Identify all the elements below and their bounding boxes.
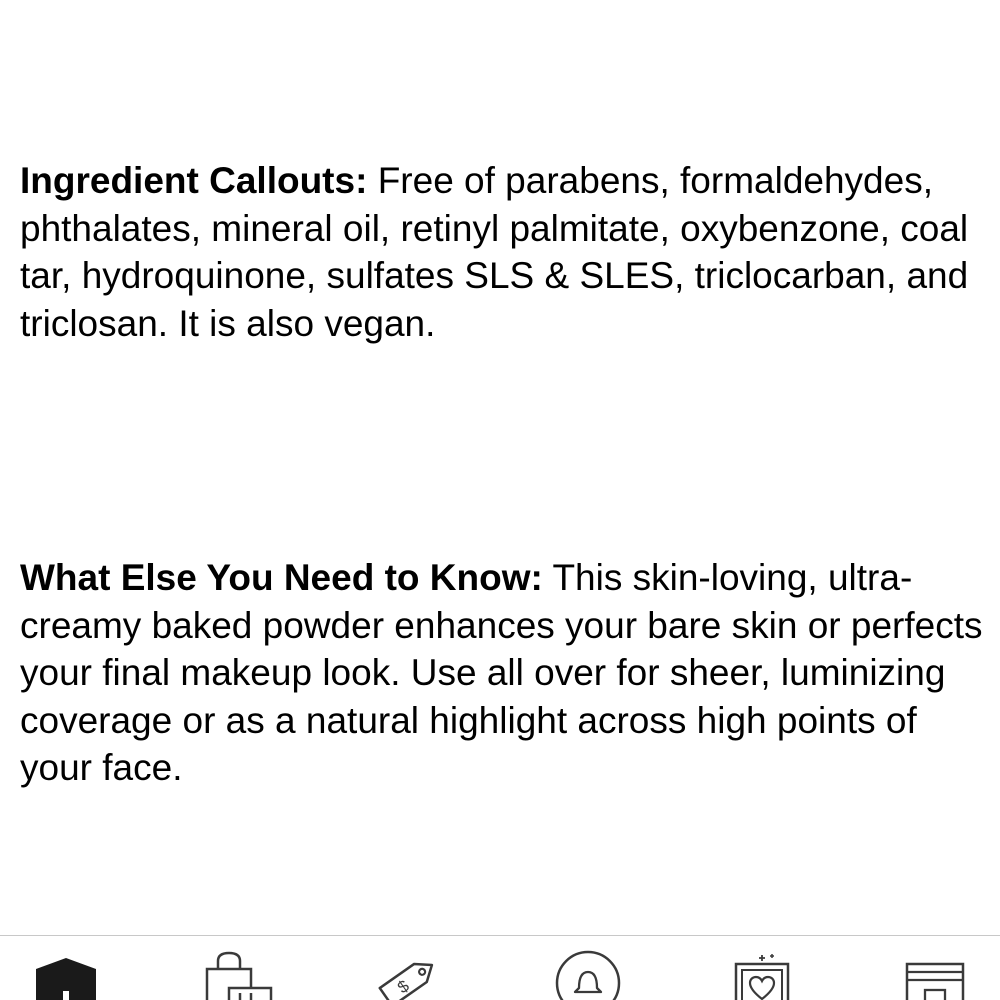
- tab-home[interactable]: [12, 936, 122, 1000]
- community-icon: [555, 950, 621, 1000]
- tab-stores[interactable]: [893, 936, 1000, 1000]
- loves-heart-icon: [734, 954, 790, 1000]
- store-icon: [905, 962, 965, 1000]
- tab-loves[interactable]: [722, 936, 832, 1000]
- ingredient-callouts-paragraph: Ingredient Callouts: Free of parabens, f…: [20, 157, 985, 347]
- shopping-bag-icon: [205, 951, 273, 1000]
- tab-community[interactable]: [546, 936, 656, 1000]
- ingredient-callouts-heading: Ingredient Callouts:: [20, 160, 368, 201]
- home-icon: [36, 958, 96, 1000]
- tab-shop[interactable]: [185, 936, 295, 1000]
- what-else-paragraph: What Else You Need to Know: This skin-lo…: [20, 554, 985, 792]
- price-tag-icon: $: [378, 962, 434, 1000]
- what-else-heading: What Else You Need to Know:: [20, 557, 543, 598]
- bottom-tab-bar: $: [0, 935, 1000, 1000]
- tab-offers[interactable]: $: [365, 936, 475, 1000]
